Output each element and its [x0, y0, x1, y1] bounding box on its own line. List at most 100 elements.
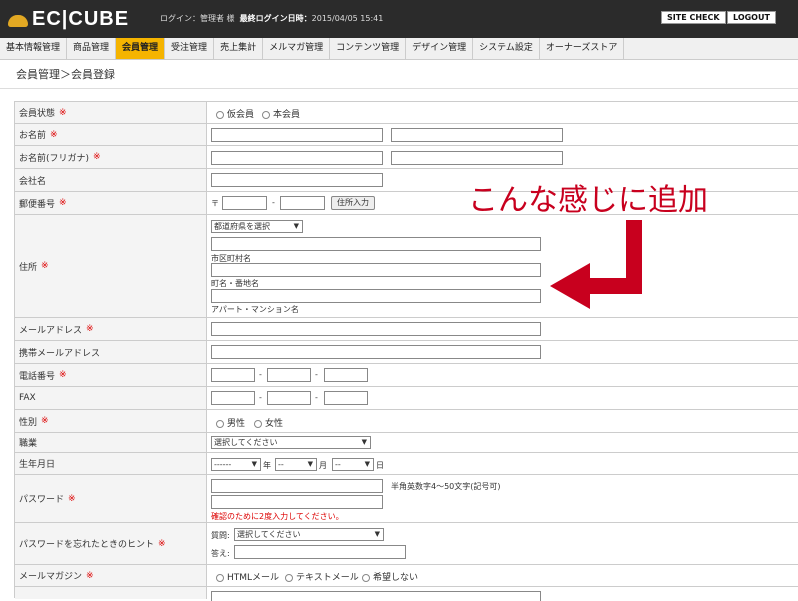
fax3-input[interactable]	[324, 391, 368, 405]
mail-text-label: テキストメール	[296, 573, 359, 583]
password-input[interactable]	[211, 479, 383, 493]
status-full-radio[interactable]: 本会員	[262, 107, 300, 120]
menu-item-design[interactable]: デザイン管理	[406, 38, 474, 59]
fax1-input[interactable]	[211, 391, 255, 405]
job-value: 選択してください ▼	[208, 433, 798, 452]
address-label-text: 住所	[19, 262, 38, 273]
sex-value: 男性 女性	[208, 410, 798, 432]
city-input[interactable]	[211, 237, 541, 251]
tel2-input[interactable]	[267, 368, 311, 382]
prefecture-select[interactable]: 都道府県を選択 ▼	[211, 220, 303, 233]
main-menu: 基本情報管理 商品管理 会員管理 受注管理 売上集計 メルマガ管理 コンテンツ管…	[0, 38, 798, 60]
zip-prefix: 〒	[211, 199, 219, 208]
email-label: メールアドレス ※	[15, 318, 207, 340]
logo-text: EC|CUBE	[32, 7, 130, 30]
logout-button[interactable]: LOGOUT	[727, 11, 776, 24]
radio-icon	[216, 573, 224, 582]
next-row-value	[208, 587, 798, 601]
annotation-text: こんな感じに追加	[468, 183, 708, 218]
menu-item-sales[interactable]: 売上集計	[214, 38, 264, 59]
required-mark: ※	[41, 261, 49, 271]
login-info: ログイン：管理者 様 最終ログイン日時：2015/04/05 15:41	[160, 13, 383, 24]
company-input[interactable]	[211, 173, 383, 187]
mail-html-radio[interactable]: HTMLメール	[216, 570, 279, 583]
birth-day-value: --	[335, 460, 341, 469]
site-check-button[interactable]: SITE CHECK	[661, 11, 726, 24]
email-input[interactable]	[211, 322, 541, 336]
last-name-input[interactable]	[211, 128, 383, 142]
password-confirm-input[interactable]	[211, 495, 383, 509]
company-label-text: 会社名	[19, 176, 47, 187]
mail-none-label: 希望しない	[373, 573, 419, 583]
hint-question-select[interactable]: 選択してください ▼	[234, 528, 384, 541]
required-mark: ※	[41, 416, 49, 426]
hint-answer-input[interactable]	[234, 545, 406, 559]
tel1-input[interactable]	[211, 368, 255, 382]
mobile-email-label: 携帯メールアドレス	[15, 341, 207, 363]
birth-day-select[interactable]: -- ▼	[332, 458, 374, 471]
birth-month-select[interactable]: -- ▼	[275, 458, 317, 471]
next-row-input[interactable]	[211, 591, 541, 601]
mail-text-radio[interactable]: テキストメール	[285, 570, 359, 583]
birth-month-value: --	[278, 460, 284, 469]
menu-item-orders[interactable]: 受注管理	[165, 38, 215, 59]
zip-label: 郵便番号 ※	[15, 192, 207, 214]
zip2-input[interactable]	[280, 196, 325, 210]
row-job: 職業 選択してください ▼	[15, 433, 798, 453]
cube-logo-icon	[8, 11, 28, 27]
kana-label-text: お名前(フリガナ)	[19, 153, 90, 164]
address-lookup-button[interactable]: 住所入力	[331, 196, 375, 210]
sex-female-label: 女性	[265, 419, 284, 429]
fax-dash-2: -	[315, 393, 318, 402]
first-name-input[interactable]	[391, 128, 563, 142]
birth-value: ------ ▼ 年 -- ▼ 月 -- ▼ 日	[208, 453, 798, 474]
menu-item-contents[interactable]: コンテンツ管理	[330, 38, 407, 59]
status-provisional-radio[interactable]: 仮会員	[216, 107, 254, 120]
mail-none-radio[interactable]: 希望しない	[362, 570, 418, 583]
status-label-text: 会員状態	[19, 109, 56, 119]
name-value	[208, 124, 798, 145]
required-mark: ※	[50, 129, 58, 140]
building-input[interactable]	[211, 289, 541, 303]
email-value	[208, 318, 798, 340]
tel3-input[interactable]	[324, 368, 368, 382]
sex-male-radio[interactable]: 男性	[216, 416, 245, 429]
red-arrow-icon	[550, 220, 642, 309]
birth-year-select[interactable]: ------ ▼	[211, 458, 261, 471]
kana-value	[208, 146, 798, 168]
fax2-input[interactable]	[267, 391, 311, 405]
menu-item-products[interactable]: 商品管理	[67, 38, 117, 59]
menu-item-ownersstore[interactable]: オーナーズストア	[540, 38, 625, 59]
row-next-partial	[15, 587, 798, 601]
status-value: 仮会員 本会員	[208, 102, 798, 123]
password-label: パスワード ※	[15, 475, 207, 522]
sex-female-radio[interactable]: 女性	[254, 416, 283, 429]
hint-question-value: 選択してください	[237, 530, 301, 539]
menu-item-basic[interactable]: 基本情報管理	[0, 38, 68, 59]
radio-icon	[285, 573, 293, 582]
header-bar: EC|CUBE ログイン：管理者 様 最終ログイン日時：2015/04/05 1…	[0, 0, 798, 38]
ec-cube-logo[interactable]: EC|CUBE	[8, 8, 129, 30]
password-note: 半角英数字4～50文字(記号可)	[391, 482, 501, 491]
radio-icon	[362, 573, 370, 582]
menu-item-mailmagazine[interactable]: メルマガ管理	[263, 38, 331, 59]
row-status: 会員状態 ※ 仮会員 本会員	[15, 102, 798, 124]
last-name-kana-input[interactable]	[211, 151, 383, 165]
birth-day-unit: 日	[376, 461, 384, 470]
street-input[interactable]	[211, 263, 541, 277]
fax-label-text: FAX	[19, 393, 36, 403]
required-mark: ※	[68, 493, 76, 504]
last-login-label: 最終ログイン日時：	[239, 14, 312, 23]
menu-item-customers[interactable]: 会員管理	[116, 38, 166, 59]
required-mark: ※	[158, 538, 166, 549]
zip1-input[interactable]	[222, 196, 267, 210]
row-birth: 生年月日 ------ ▼ 年 -- ▼ 月 -- ▼ 日	[15, 453, 798, 475]
dropdown-arrow-icon: ▼	[364, 460, 370, 468]
menu-item-system[interactable]: システム設定	[473, 38, 540, 59]
sex-label: 性別 ※	[15, 410, 207, 432]
row-mailmagazine: メールマガジン ※ HTMLメール テキストメール 希望しない	[15, 565, 798, 587]
mobile-email-input[interactable]	[211, 345, 541, 359]
first-name-kana-input[interactable]	[391, 151, 563, 165]
job-select[interactable]: 選択してください ▼	[211, 436, 371, 449]
dropdown-arrow-icon: ▼	[251, 460, 257, 468]
